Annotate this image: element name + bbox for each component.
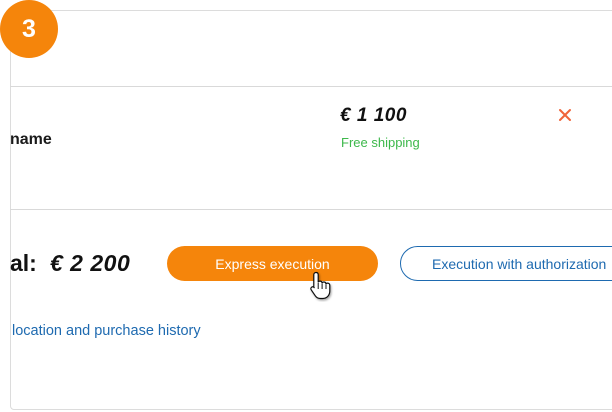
total-label: al:: [10, 250, 37, 276]
item-price: € 1 100: [340, 105, 407, 126]
divider-top: [10, 86, 612, 87]
execution-with-authorization-button[interactable]: Execution with authorization: [400, 246, 612, 281]
order-card: [10, 10, 612, 410]
step-number-badge: 3: [0, 0, 58, 58]
purchase-history-link[interactable]: location and purchase history: [12, 323, 201, 339]
close-icon[interactable]: [556, 106, 574, 124]
shipping-status: Free shipping: [341, 135, 420, 150]
divider-middle: [10, 209, 612, 210]
total-value: € 2 200: [50, 250, 131, 276]
product-name: name: [10, 131, 52, 148]
express-execution-button[interactable]: Express execution: [167, 246, 378, 281]
hand-pointer-icon: [306, 270, 336, 302]
checkout-page: 3 name € 1 100 Free shipping al: € 2 200…: [0, 0, 612, 412]
